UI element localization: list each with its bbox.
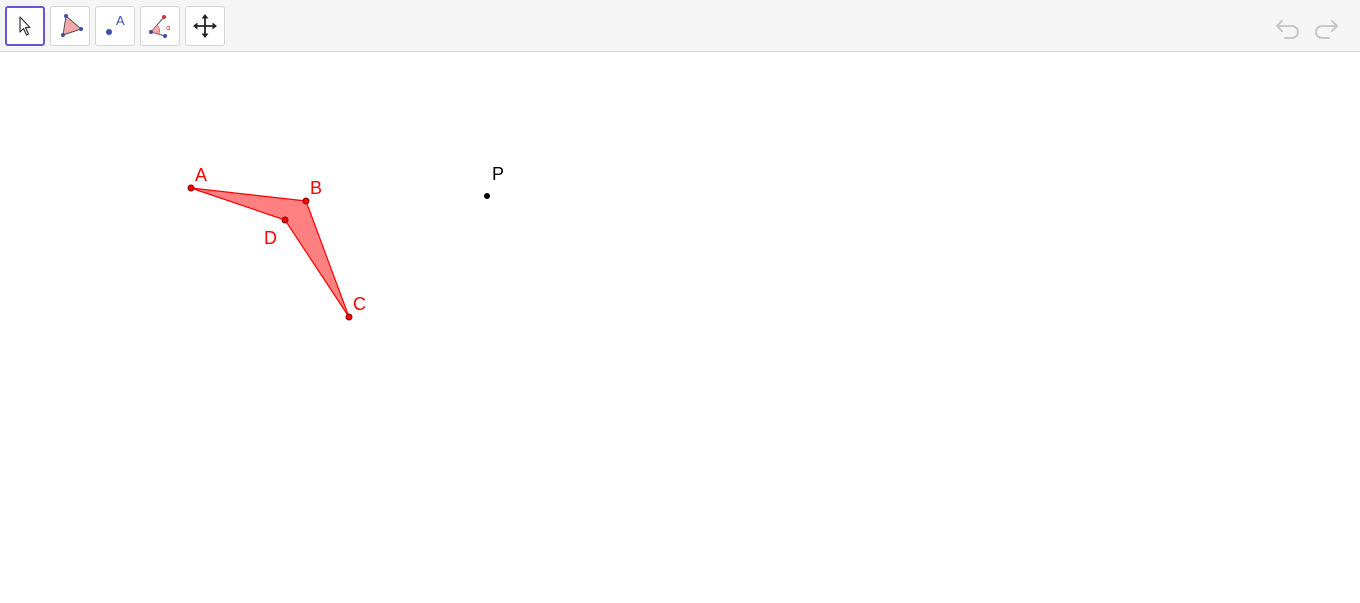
angle-tool-button[interactable]: α: [140, 6, 180, 46]
label-d: D: [264, 228, 277, 248]
graphics-view[interactable]: A B C D P: [0, 53, 1360, 598]
move-graphics-view-tool-button[interactable]: [185, 6, 225, 46]
polygon-tool-button[interactable]: [50, 6, 90, 46]
polygon-icon: [61, 14, 83, 37]
point-icon-letter: A: [116, 13, 125, 28]
undo-icon: [1276, 20, 1299, 39]
label-a: A: [195, 165, 207, 185]
point-p[interactable]: [484, 193, 490, 199]
point-c[interactable]: [345, 313, 353, 321]
move-graphics-view-icon: [193, 14, 217, 38]
undo-button[interactable]: [1273, 12, 1303, 42]
point-label-icon: A: [106, 13, 125, 35]
label-p: P: [492, 164, 504, 184]
point-tool-button[interactable]: A: [95, 6, 135, 46]
toolbar: A α: [0, 0, 1360, 52]
point-d[interactable]: [281, 216, 289, 224]
redo-button[interactable]: [1311, 12, 1341, 42]
label-b: B: [310, 178, 322, 198]
label-c: C: [353, 294, 366, 314]
point-b[interactable]: [302, 197, 310, 205]
angle-icon-glyph: α: [166, 24, 171, 32]
redo-icon: [1315, 20, 1338, 39]
move-arrow-icon: [19, 16, 31, 36]
move-tool-button[interactable]: [5, 6, 45, 46]
polygon-abcd[interactable]: [190, 187, 350, 318]
point-a[interactable]: [187, 184, 195, 192]
graphics-canvas[interactable]: A B C D P: [0, 53, 1360, 598]
angle-icon: α: [149, 15, 171, 38]
